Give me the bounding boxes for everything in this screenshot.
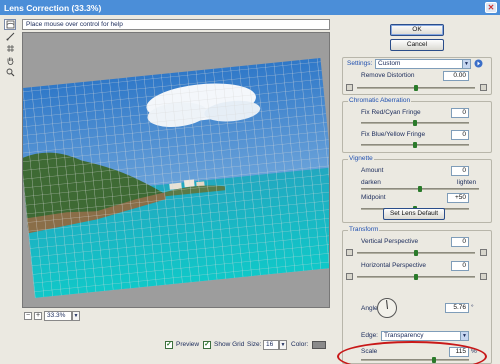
grid-size-field[interactable]: 16 bbox=[263, 340, 279, 350]
preview-label: Preview bbox=[176, 341, 200, 348]
dialog-body: Place mouse over control for help − + 33… bbox=[0, 15, 500, 364]
straighten-tool-icon[interactable] bbox=[4, 31, 16, 42]
vertical-perspective-field[interactable]: 0 bbox=[451, 237, 469, 247]
blue-yellow-field[interactable]: 0 bbox=[451, 130, 469, 140]
zoom-level-field[interactable]: 33.3% bbox=[44, 311, 72, 321]
chromatic-aberration-title: Chromatic Aberration bbox=[348, 97, 412, 104]
vignette-title: Vignette bbox=[348, 155, 374, 162]
color-label: Color: bbox=[291, 341, 309, 348]
edge-value: Transparency bbox=[384, 332, 424, 339]
midpoint-field[interactable]: +50 bbox=[447, 193, 469, 203]
settings-value: Custom bbox=[378, 60, 401, 67]
vertical-perspective-thumb[interactable] bbox=[414, 250, 418, 256]
zoom-in-button[interactable]: + bbox=[34, 312, 42, 320]
size-label: Size: bbox=[247, 341, 262, 348]
horizontal-perspective-min-icon bbox=[346, 273, 353, 280]
show-grid-checkbox[interactable]: ✓ bbox=[203, 341, 211, 349]
red-cyan-thumb[interactable] bbox=[413, 120, 417, 126]
remove-distortion-field[interactable]: 0.00 bbox=[443, 71, 469, 81]
amount-field[interactable]: 0 bbox=[451, 166, 469, 176]
set-lens-default-button[interactable]: Set Lens Default bbox=[383, 208, 445, 220]
horizontal-perspective-max-icon bbox=[480, 273, 487, 280]
transform-title: Transform bbox=[348, 226, 380, 233]
preview-image bbox=[23, 58, 329, 298]
settings-menu-icon[interactable] bbox=[474, 59, 483, 68]
show-grid-label: Show Grid bbox=[214, 341, 245, 348]
horizontal-perspective-field[interactable]: 0 bbox=[451, 261, 469, 271]
angle-dial[interactable] bbox=[377, 298, 397, 318]
edge-dropdown-icon: ▼ bbox=[460, 332, 468, 340]
remove-distortion-slider[interactable] bbox=[357, 85, 475, 91]
zoom-out-button[interactable]: − bbox=[24, 312, 32, 320]
blue-yellow-slider[interactable] bbox=[361, 142, 469, 148]
vertical-perspective-slider[interactable] bbox=[357, 250, 475, 256]
tool-strip bbox=[4, 19, 18, 79]
preview-canvas[interactable] bbox=[22, 32, 330, 308]
amount-label: Amount bbox=[361, 167, 384, 174]
zoom-tool-icon[interactable] bbox=[4, 67, 16, 78]
grid-size-dropdown-icon[interactable]: ▼ bbox=[279, 340, 287, 350]
lighten-label: lighten bbox=[457, 179, 477, 186]
settings-label: Settings: bbox=[347, 60, 373, 67]
zoom-dropdown-icon[interactable]: ▼ bbox=[72, 311, 80, 321]
scale-highlight-annotation bbox=[337, 341, 487, 364]
zoom-bar: − + 33.3% ▼ bbox=[22, 311, 330, 322]
settings-group: Settings: Custom ▼ Remove Distortion 0.0… bbox=[342, 57, 492, 95]
settings-dropdown-icon: ▼ bbox=[462, 60, 470, 68]
darken-label: darken bbox=[361, 179, 381, 186]
close-button[interactable]: ✕ bbox=[485, 2, 497, 13]
edge-label: Edge: bbox=[361, 332, 378, 339]
horizontal-perspective-slider[interactable] bbox=[357, 274, 475, 280]
preview-checkbox[interactable]: ✓ bbox=[165, 341, 173, 349]
chromatic-aberration-group: Chromatic Aberration Fix Red/Cyan Fringe… bbox=[342, 97, 492, 153]
vertical-perspective-min-icon bbox=[346, 249, 353, 256]
window-title: Lens Correction (33.3%) bbox=[4, 3, 102, 13]
degree-symbol: ° bbox=[471, 304, 474, 311]
edge-select[interactable]: Transparency ▼ bbox=[381, 331, 469, 341]
blue-yellow-thumb[interactable] bbox=[413, 142, 417, 148]
settings-select[interactable]: Custom ▼ bbox=[375, 59, 471, 69]
vertical-perspective-label: Vertical Perspective bbox=[361, 238, 419, 245]
ok-button[interactable]: OK bbox=[390, 24, 444, 36]
blue-yellow-label: Fix Blue/Yellow Fringe bbox=[361, 131, 426, 138]
midpoint-label: Midpoint bbox=[361, 194, 386, 201]
amount-slider[interactable] bbox=[361, 186, 479, 192]
angle-dial-needle bbox=[386, 299, 388, 310]
red-cyan-label: Fix Red/Cyan Fringe bbox=[361, 109, 421, 116]
remove-distortion-label: Remove Distortion bbox=[361, 72, 415, 79]
remove-distortion-tool-icon[interactable] bbox=[4, 19, 16, 30]
grid-color-swatch[interactable] bbox=[312, 341, 326, 349]
help-text: Place mouse over control for help bbox=[26, 21, 123, 28]
angle-field[interactable]: 5.76 bbox=[445, 303, 469, 313]
barrel-icon bbox=[480, 84, 487, 91]
remove-distortion-thumb[interactable] bbox=[414, 85, 418, 91]
vertical-perspective-max-icon bbox=[480, 249, 487, 256]
horizontal-perspective-label: Horizontal Perspective bbox=[361, 262, 427, 269]
cancel-button[interactable]: Cancel bbox=[390, 39, 444, 51]
horizontal-perspective-thumb[interactable] bbox=[414, 274, 418, 280]
amount-thumb[interactable] bbox=[418, 186, 422, 192]
help-bar: Place mouse over control for help bbox=[22, 19, 330, 30]
hand-tool-icon[interactable] bbox=[4, 55, 16, 66]
red-cyan-field[interactable]: 0 bbox=[451, 108, 469, 118]
grid-options: ✓ Preview ✓ Show Grid Size: 16 ▼ Color: bbox=[165, 340, 335, 352]
move-grid-tool-icon[interactable] bbox=[4, 43, 16, 54]
title-bar: Lens Correction (33.3%) ✕ bbox=[0, 0, 500, 15]
red-cyan-slider[interactable] bbox=[361, 120, 469, 126]
pincushion-icon bbox=[346, 84, 353, 91]
